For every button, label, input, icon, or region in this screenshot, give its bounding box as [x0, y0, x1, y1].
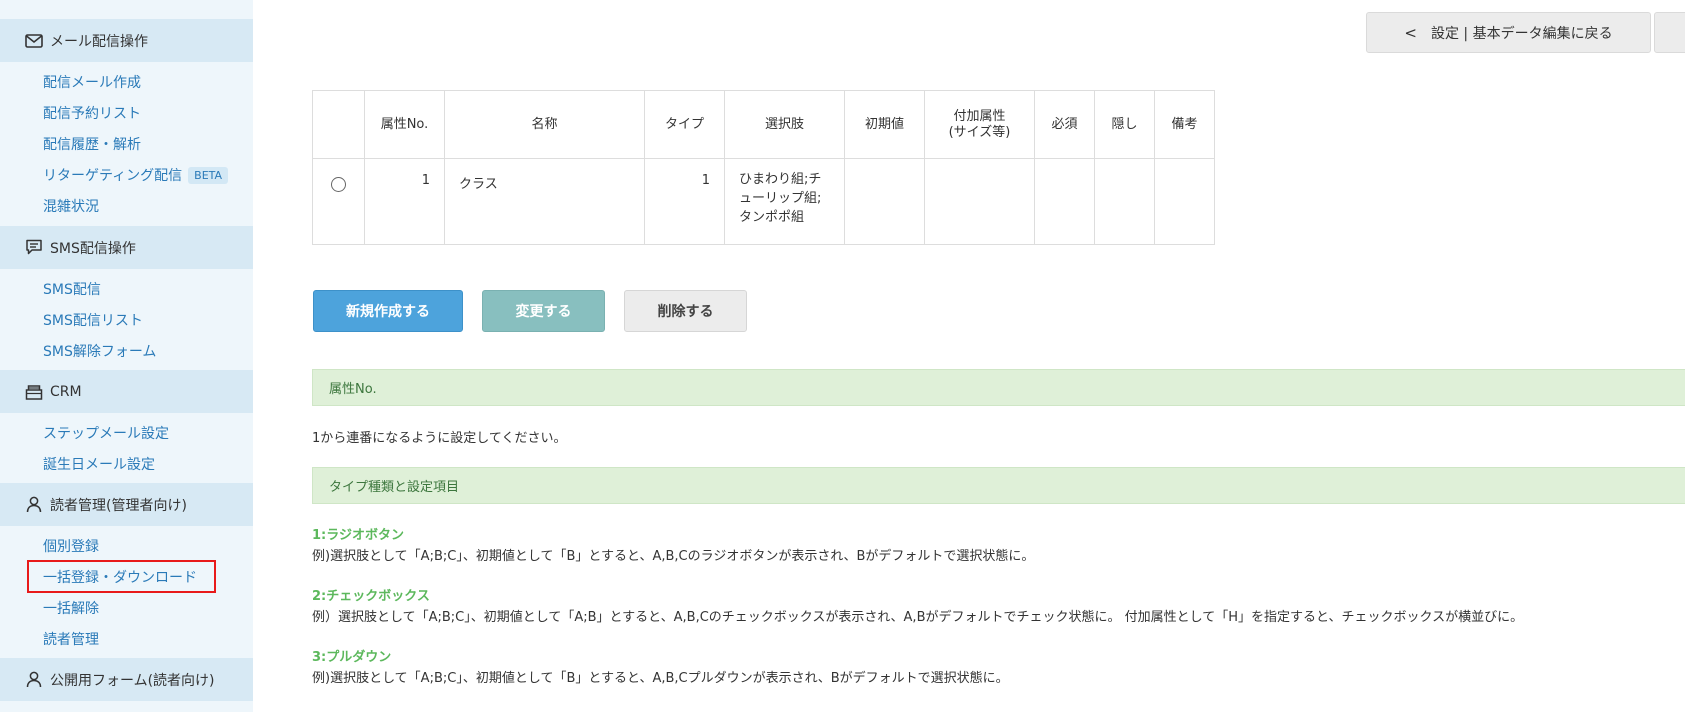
help-bar-type-settings: タイプ種類と設定項目 [312, 467, 1685, 504]
cell-choices: ひまわり組;チ ューリップ組; タンポポ組 [724, 158, 845, 245]
sidebar-item-retargeting[interactable]: リターゲティング配信 BETA [43, 165, 229, 185]
beta-badge: BETA [188, 167, 229, 184]
cell-name: クラス [444, 158, 645, 245]
sidebar-item-sms-list[interactable]: SMS配信リスト [43, 310, 143, 330]
col-hidden: 隠し [1094, 90, 1155, 159]
sidebar-item-bulk-unsubscribe[interactable]: 一括解除 [43, 598, 99, 618]
type-desc-pulldown: 例)選択肢として「A;B;C」、初期値として「B」とすると、A,B,Cプルダウン… [312, 671, 1009, 686]
sidebar-item-step-mail[interactable]: ステップメール設定 [43, 423, 169, 443]
sidebar-item-create-mail[interactable]: 配信メール作成 [43, 72, 141, 92]
cell-extra [924, 158, 1035, 245]
inbox-icon [24, 382, 44, 402]
sidebar-section-crm[interactable]: CRM [0, 370, 253, 413]
sidebar-item-reader-management[interactable]: 読者管理 [43, 629, 99, 649]
sidebar-section-title: 公開用フォーム(読者向け) [50, 672, 215, 689]
col-choices: 選択肢 [724, 90, 845, 159]
table-header-row: 属性No. 名称 タイプ 選択肢 初期値 付加属性 (サイズ等) 必須 隠し 備… [312, 90, 1215, 159]
type-desc-checkbox: 例）選択肢として「A;B;C」、初期値として「A;B」とすると、A,B,Cのチェ… [312, 610, 1524, 625]
cell-attribute-no: 1 [364, 158, 445, 245]
sidebar-section-sms[interactable]: SMS配信操作 [0, 226, 253, 269]
help-bar-attribute-no: 属性No. [312, 369, 1685, 406]
sidebar-item-sms[interactable]: SMS配信 [43, 279, 101, 299]
col-select [312, 90, 365, 159]
type-title-radio: 1:ラジオボタン [312, 528, 404, 543]
sidebar-section-title: SMS配信操作 [50, 240, 136, 257]
cell-required [1034, 158, 1095, 245]
cell-type: 1 [644, 158, 725, 245]
user-icon [24, 670, 44, 690]
change-button[interactable]: 変更する [482, 290, 605, 332]
edge-button[interactable] [1654, 12, 1685, 53]
sidebar-item-history[interactable]: 配信履歴・解析 [43, 134, 141, 154]
sidebar-section-title: CRM [50, 383, 82, 400]
sidebar-item-schedule-list[interactable]: 配信予約リスト [43, 103, 141, 123]
chat-icon [24, 238, 44, 258]
create-new-button[interactable]: 新規作成する [313, 290, 463, 332]
highlight-box [27, 560, 216, 593]
sidebar-section-title: メール配信操作 [50, 33, 148, 50]
col-extra-line1: 付加属性 [953, 108, 1006, 124]
col-extra-attribute: 付加属性 (サイズ等) [924, 90, 1035, 159]
cell-note [1154, 158, 1215, 245]
sidebar-section-title: 読者管理(管理者向け) [50, 497, 187, 514]
choices-line: タンポポ組 [739, 210, 805, 225]
sidebar-item-congestion[interactable]: 混雑状況 [43, 196, 99, 216]
col-required: 必須 [1034, 90, 1095, 159]
chevron-left-icon: < [1404, 23, 1417, 42]
sidebar-section-mail[interactable]: メール配信操作 [0, 19, 253, 62]
back-button-label: 設定 | 基本データ編集に戻る [1430, 25, 1613, 42]
choices-line: ひまわり組;チ [739, 172, 822, 187]
col-extra-line2: (サイズ等) [948, 124, 1011, 140]
cell-select [312, 158, 365, 245]
attribute-table: 属性No. 名称 タイプ 選択肢 初期値 付加属性 (サイズ等) 必須 隠し 備… [312, 90, 1215, 245]
back-to-basic-data-button[interactable]: < 設定 | 基本データ編集に戻る [1366, 12, 1651, 53]
cell-initial [844, 158, 925, 245]
col-attribute-no: 属性No. [364, 90, 445, 159]
sidebar-item-label: リターゲティング配信 [43, 168, 183, 184]
col-name: 名称 [444, 90, 645, 159]
table-row[interactable]: 1 クラス 1 ひまわり組;チ ューリップ組; タンポポ組 [312, 158, 1215, 245]
help-text-attribute-no: 1から連番になるように設定してください。 [312, 431, 567, 446]
delete-button[interactable]: 削除する [624, 290, 747, 332]
sidebar: メール配信操作 配信メール作成 配信予約リスト 配信履歴・解析 リターゲティング… [0, 0, 253, 712]
sidebar-item-birthday-mail[interactable]: 誕生日メール設定 [43, 454, 155, 474]
sidebar-item-sms-unsubscribe[interactable]: SMS解除フォーム [43, 341, 156, 361]
sidebar-section-public-form[interactable]: 公開用フォーム(読者向け) [0, 658, 253, 701]
col-initial: 初期値 [844, 90, 925, 159]
type-desc-radio: 例)選択肢として「A;B;C」、初期値として「B」とすると、A,B,Cのラジオボ… [312, 549, 1035, 564]
row-radio[interactable] [331, 177, 346, 192]
sidebar-item-individual-register[interactable]: 個別登録 [43, 536, 99, 556]
sidebar-section-reader[interactable]: 読者管理(管理者向け) [0, 483, 253, 526]
col-note: 備考 [1154, 90, 1215, 159]
cell-hidden [1094, 158, 1155, 245]
choices-line: ューリップ組; [739, 191, 822, 206]
type-title-checkbox: 2:チェックボックス [312, 589, 430, 604]
mail-icon [24, 31, 44, 51]
type-title-pulldown: 3:プルダウン [312, 650, 392, 665]
col-type: タイプ [644, 90, 725, 159]
user-icon [24, 495, 44, 515]
